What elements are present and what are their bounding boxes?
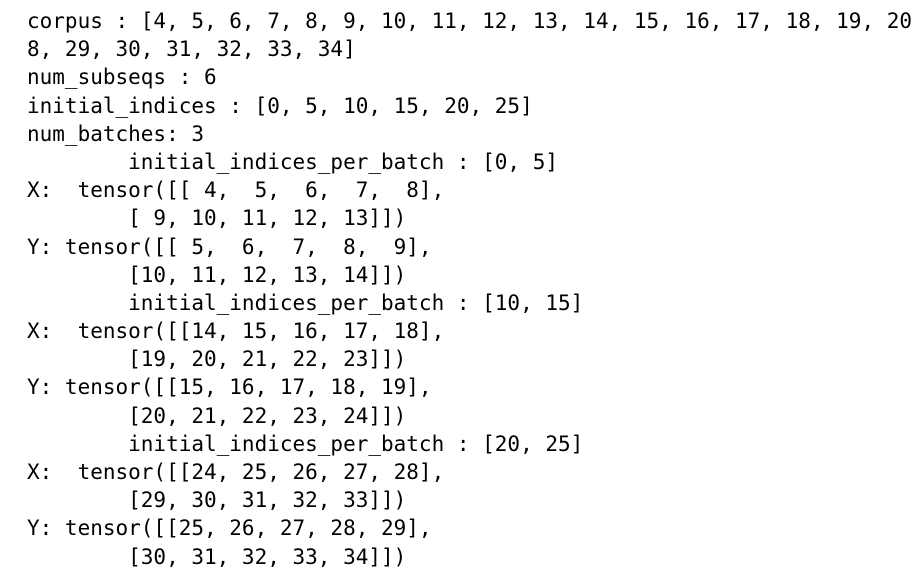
batch-3-y-tensor-row-1: Y: tensor([[25, 26, 27, 28, 29],: [27, 516, 432, 541]
batch-3-indices-line: initial_indices_per_batch : [20, 25]: [27, 431, 584, 456]
batch-2-x-tensor-row-2: [19, 20, 21, 22, 23]]): [27, 347, 407, 372]
batch-2-y-tensor-row-2: [20, 21, 22, 23, 24]]): [27, 403, 407, 428]
batch-2-y-tensor-row-1: Y: tensor([[15, 16, 17, 18, 19],: [27, 375, 432, 400]
output-line-num-subseqs: num_subseqs : 6: [27, 65, 217, 90]
batch-1-y-tensor-row-1: Y: tensor([[ 5, 6, 7, 8, 9],: [27, 234, 432, 259]
batch-1-x-tensor-row-2: [ 9, 10, 11, 12, 13]]): [27, 206, 407, 231]
batch-3-x-tensor-row-1: X: tensor([[24, 25, 26, 27, 28],: [27, 460, 445, 484]
output-line-corpus: corpus : [4, 5, 6, 7, 8, 9, 10, 11, 12, …: [27, 9, 913, 33]
batch-2-indices-line: initial_indices_per_batch : [10, 15]: [27, 290, 584, 315]
batch-1-y-tensor-row-2: [10, 11, 12, 13, 14]]): [27, 262, 407, 287]
output-line-num-batches: num_batches: 3: [27, 121, 205, 146]
console-output: corpus : [4, 5, 6, 7, 8, 9, 10, 11, 12, …: [27, 7, 915, 571]
batch-3-x-tensor-row-2: [29, 30, 31, 32, 33]]): [27, 488, 407, 513]
batch-2-x-tensor-row-1: X: tensor([[14, 15, 16, 17, 18],: [27, 319, 445, 344]
batch-3-y-tensor-row-2: [30, 31, 32, 33, 34]]): [27, 544, 407, 569]
output-line-initial-indices: initial_indices : [0, 5, 10, 15, 20, 25]: [27, 93, 533, 118]
batch-1-x-tensor-row-1: X: tensor([[ 4, 5, 6, 7, 8],: [27, 178, 445, 203]
output-line-corpus-continued: 8, 29, 30, 31, 32, 33, 34]: [27, 37, 356, 62]
batch-1-indices-line: initial_indices_per_batch : [0, 5]: [27, 149, 559, 174]
